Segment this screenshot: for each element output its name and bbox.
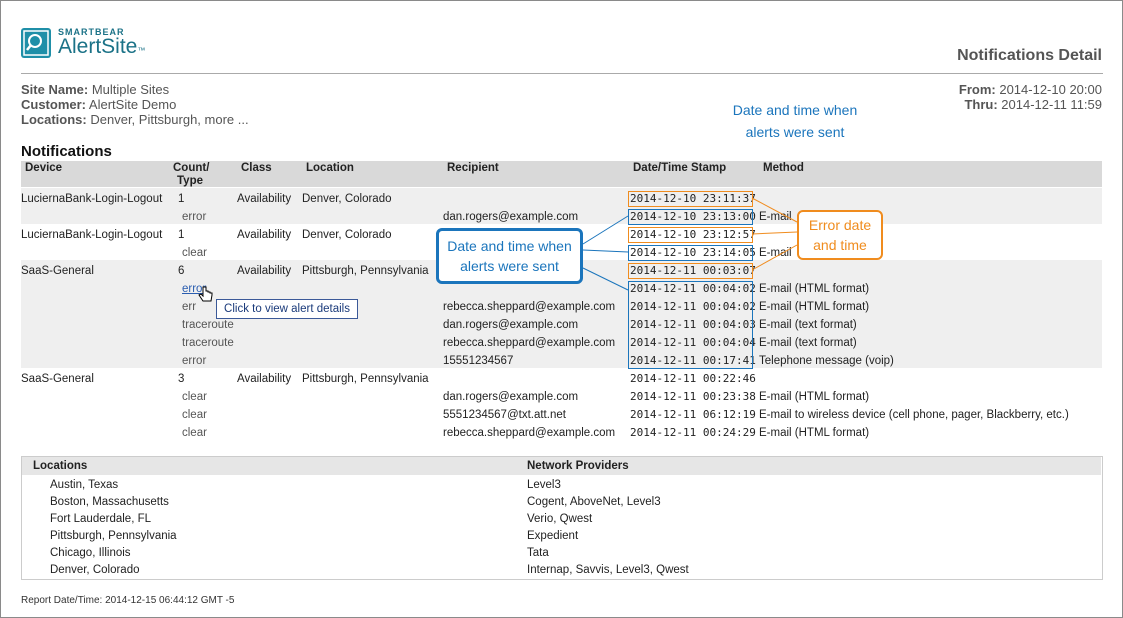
location-name: Boston, Massachusetts xyxy=(50,496,169,508)
col-network-providers: Network Providers xyxy=(527,460,629,472)
network-providers: Expedient xyxy=(527,530,579,542)
error-time-callout: Error date and time xyxy=(797,210,883,260)
location-name: Chicago, Illinois xyxy=(50,547,131,559)
alert-details-tooltip: Click to view alert details xyxy=(216,299,358,319)
network-providers: Verio, Qwest xyxy=(527,513,593,525)
sent-time-callout: Date and time when alerts were sent xyxy=(436,228,583,284)
network-providers: Tata xyxy=(527,547,549,559)
network-providers: Level3 xyxy=(527,479,561,491)
col-locations: Locations xyxy=(33,460,88,472)
hand-cursor-icon xyxy=(198,286,213,302)
network-providers: Cogent, AboveNet, Level3 xyxy=(527,496,661,508)
location-name: Austin, Texas xyxy=(50,479,119,491)
network-providers: Internap, Savvis, Level3, Qwest xyxy=(527,564,689,576)
location-name: Fort Lauderdale, FL xyxy=(50,513,152,525)
location-name: Pittsburgh, Pennsylvania xyxy=(50,530,177,542)
report-datetime: Report Date/Time: 2014-12-15 06:44:12 GM… xyxy=(21,595,235,606)
location-name: Denver, Colorado xyxy=(50,564,140,576)
